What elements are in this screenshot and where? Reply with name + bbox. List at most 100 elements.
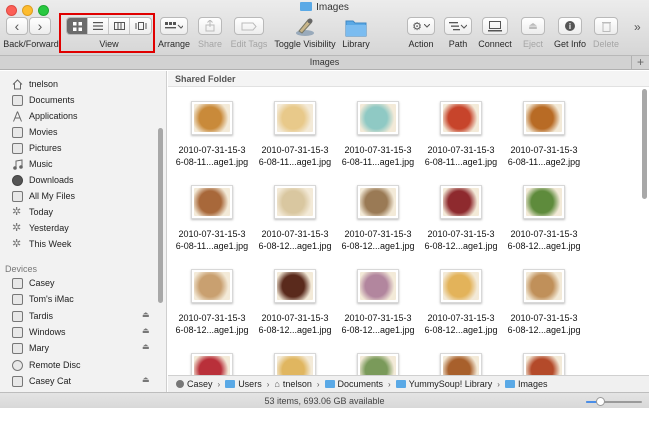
file-name-line1: 2010-07-31-15-3 — [344, 313, 412, 323]
tab-images[interactable]: Images — [310, 57, 340, 67]
path-button[interactable] — [444, 17, 472, 35]
connect-button[interactable] — [482, 17, 508, 35]
library-folder-icon[interactable] — [345, 17, 367, 37]
back-button[interactable]: ‹ — [6, 17, 28, 35]
path-crumb-users[interactable]: Users — [225, 379, 262, 389]
sidebar-item-documents[interactable]: Documents — [12, 93, 75, 107]
file-thumbnail — [440, 101, 482, 135]
file-name-line2: 6-08-11...age1.jpg — [175, 157, 249, 167]
icon-size-slider[interactable] — [586, 397, 642, 406]
sidebar-item-tardis[interactable]: Tardis — [12, 309, 53, 323]
drive-icon — [12, 375, 23, 387]
food-image-thumbnail — [360, 188, 396, 216]
eject-button[interactable]: ⏏ — [521, 17, 545, 35]
food-image-thumbnail — [194, 188, 230, 216]
file-thumbnail — [274, 185, 316, 219]
path-crumb-casey[interactable]: Casey — [176, 379, 213, 389]
get-info-label: Get Info — [553, 39, 587, 49]
arrange-button[interactable] — [160, 17, 188, 35]
drive-icon — [12, 342, 23, 354]
slider-knob[interactable] — [596, 397, 605, 406]
file-thumbnail — [440, 185, 482, 219]
file-item[interactable]: 2010-07-31-15-3 6-08-12...age1.jpg — [420, 267, 502, 339]
toolbar-overflow-button[interactable]: » — [634, 20, 646, 56]
file-item[interactable]: 2010-07-31-15-3 6-08-11...age1.jpg — [254, 99, 336, 171]
gear-icon: ⚙ — [412, 20, 422, 33]
sidebar-item-applications[interactable]: Applications — [12, 109, 78, 123]
sidebar-item-movies[interactable]: Movies — [12, 125, 58, 139]
file-thumbnail — [523, 185, 565, 219]
eject-casey-cat-icon[interactable]: ⏏ — [142, 375, 150, 384]
file-name-line1: 2010-07-31-15-3 — [344, 229, 412, 239]
file-thumbnail — [357, 185, 399, 219]
eject-windows-icon[interactable]: ⏏ — [142, 326, 150, 335]
forward-button[interactable]: › — [29, 17, 51, 35]
sidebar-item-downloads[interactable]: Downloads — [12, 173, 74, 187]
food-image-thumbnail — [360, 104, 396, 132]
sidebar-item-casey-cat[interactable]: Casey Cat — [12, 374, 71, 388]
folder-icon — [395, 380, 406, 388]
toolbar: Images ‹ › Back/Forward View Arrange Sha… — [0, 0, 649, 56]
eject-mary-icon[interactable]: ⏏ — [142, 342, 150, 351]
sidebar-item-music[interactable]: Music — [12, 157, 53, 171]
file-name-line2: 6-08-12...age1.jpg — [507, 241, 581, 251]
file-name-line2: 6-08-12...age1.jpg — [258, 325, 332, 335]
file-name-line1: 2010-07-31-15-3 — [510, 145, 578, 155]
toggle-visibility-icon[interactable] — [294, 17, 316, 37]
drive-icon — [12, 310, 23, 322]
sidebar-item-remote-disc[interactable]: Remote Disc — [12, 358, 81, 372]
eject-tardis-icon[interactable]: ⏏ — [142, 310, 150, 319]
file-name-line1: 2010-07-31-15-3 — [427, 229, 495, 239]
path-crumb-label: tnelson — [282, 379, 312, 389]
path-crumb-tnelson[interactable]: ⌂ tnelson — [274, 379, 311, 389]
content-scrollbar[interactable] — [642, 89, 647, 199]
sidebar-item-casey[interactable]: Casey — [12, 276, 55, 290]
sidebar-item-this-week[interactable]: ✲ This Week — [12, 237, 71, 251]
eject-label: Eject — [522, 39, 544, 49]
file-item[interactable]: 2010-07-31-15-3 6-08-11...age2.jpg — [503, 99, 585, 171]
sidebar-item-tnelson[interactable]: tnelson — [12, 77, 58, 91]
path-crumb-label: Users — [238, 379, 262, 389]
action-label: Action — [408, 39, 434, 49]
path-crumb-documents[interactable]: Documents — [324, 379, 383, 389]
file-item[interactable]: 2010-07-31-15-3 6-08-12...age1.jpg — [503, 183, 585, 255]
path-group: Path — [444, 17, 474, 53]
bottom-padding — [0, 408, 649, 426]
file-item[interactable]: 2010-07-31-15-3 6-08-12...age1.jpg — [171, 267, 253, 339]
edit-tags-button[interactable] — [234, 17, 264, 35]
sidebar-item-today[interactable]: ✲ Today — [12, 205, 53, 219]
file-item[interactable]: 2010-07-31-15-3 6-08-12...age1.jpg — [254, 183, 336, 255]
path-crumb-images[interactable]: Images — [504, 379, 547, 389]
back-forward-label: Back/Forward — [3, 39, 59, 49]
sidebar-item-label: All My Files — [29, 191, 76, 201]
toggle-visibility-label: Toggle Visibility — [274, 39, 336, 49]
sidebar-item-windows[interactable]: Windows — [12, 325, 66, 339]
file-item[interactable]: 2010-07-31-15-3 6-08-12...age1.jpg — [254, 267, 336, 339]
sidebar-scrollbar[interactable] — [158, 128, 163, 303]
path-bar: Casey › Users › ⌂ tnelson › Documents › YummySoup… — [168, 375, 649, 392]
library-group: Library — [342, 17, 370, 53]
action-button[interactable]: ⚙ — [407, 17, 435, 35]
file-item[interactable]: 2010-07-31-15-3 6-08-11...age1.jpg — [171, 99, 253, 171]
file-item[interactable]: 2010-07-31-15-3 6-08-11...age1.jpg — [337, 99, 419, 171]
path-crumb-yummysoup-library[interactable]: YummySoup! Library — [395, 379, 492, 389]
delete-button[interactable] — [594, 17, 618, 35]
file-item[interactable]: 2010-07-31-15-3 6-08-11...age1.jpg — [420, 99, 502, 171]
file-item[interactable]: 2010-07-31-15-3 6-08-12...age1.jpg — [503, 267, 585, 339]
file-item[interactable]: 2010-07-31-15-3 6-08-12...age1.jpg — [337, 183, 419, 255]
get-info-button[interactable]: i — [558, 17, 582, 35]
sidebar-item-yesterday[interactable]: ✲ Yesterday — [12, 221, 69, 235]
sidebar-item-toms-imac[interactable]: Tom's iMac — [12, 292, 74, 306]
sidebar-item-all-my-files[interactable]: All My Files — [12, 189, 75, 203]
new-tab-button[interactable]: + — [631, 56, 649, 69]
edit-tags-label: Edit Tags — [230, 39, 268, 49]
sidebar-item-mary[interactable]: Mary — [12, 341, 49, 355]
trash-icon — [601, 21, 611, 32]
sidebar-item-pictures[interactable]: Pictures — [12, 141, 62, 155]
file-name-line2: 6-08-12...age1.jpg — [424, 325, 498, 335]
share-button[interactable] — [198, 17, 222, 35]
file-name-line1: 2010-07-31-15-3 — [261, 229, 329, 239]
file-item[interactable]: 2010-07-31-15-3 6-08-12...age1.jpg — [420, 183, 502, 255]
file-item[interactable]: 2010-07-31-15-3 6-08-11...age1.jpg — [171, 183, 253, 255]
file-item[interactable]: 2010-07-31-15-3 6-08-12...age1.jpg — [337, 267, 419, 339]
